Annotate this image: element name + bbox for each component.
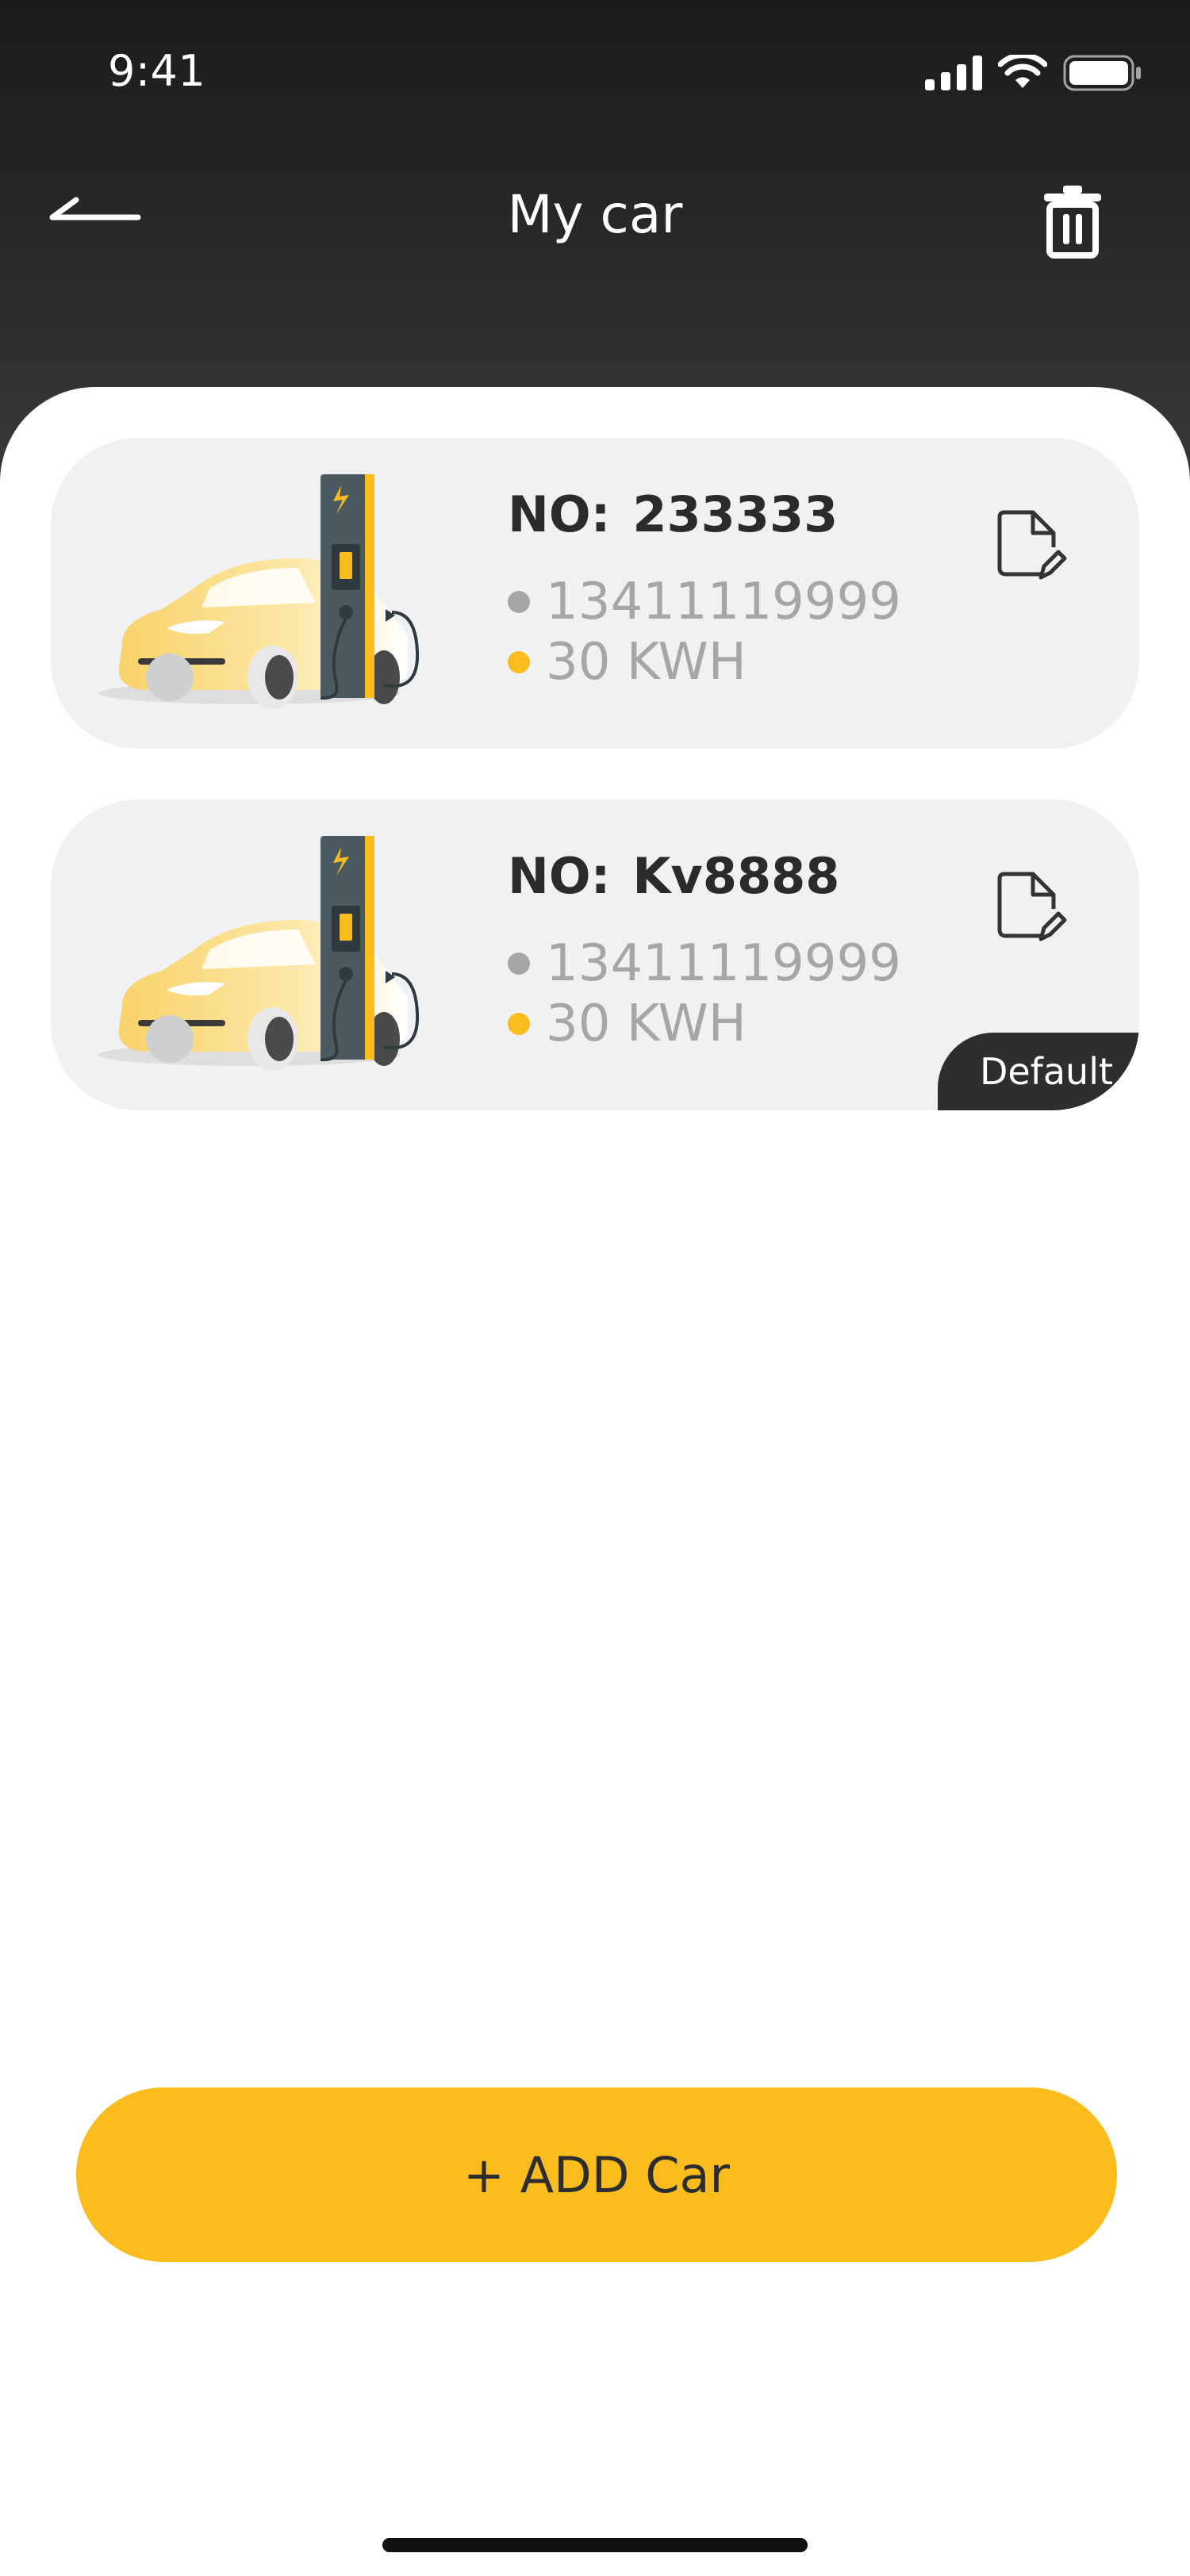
plate-value: Kv8888 [632, 847, 840, 905]
status-time: 9:41 [108, 46, 206, 96]
status-icons [925, 49, 1142, 97]
add-car-button[interactable]: + ADD Car [76, 2087, 1117, 2262]
gray-dot-icon [508, 953, 530, 975]
yellow-dot-icon [508, 1013, 530, 1035]
page-title: My car [507, 184, 683, 245]
yellow-dot-icon [508, 651, 530, 673]
edit-button[interactable] [988, 868, 1068, 947]
gray-dot-icon [508, 591, 530, 613]
status-bar: 9:41 [0, 0, 1190, 143]
home-indicator [382, 2538, 808, 2552]
plate-number: NO: 233333 [508, 485, 838, 543]
plate-label: NO: [508, 485, 611, 543]
battery-capacity: 30 KWH [546, 995, 747, 1053]
wifi-icon [998, 55, 1047, 88]
cellular-signal-icon [925, 56, 982, 90]
phone-number: 13411119999 [546, 934, 901, 993]
car-card-1[interactable]: NO: 233333 13411119999 30 KWH [51, 438, 1139, 749]
edit-document-icon [997, 872, 1067, 941]
plate-label: NO: [508, 847, 611, 905]
battery-capacity: 30 KWH [546, 633, 747, 692]
edit-document-icon [997, 510, 1067, 580]
phone-line: 13411119999 [508, 573, 901, 631]
phone-line: 13411119999 [508, 934, 901, 993]
edit-button[interactable] [988, 506, 1068, 585]
battery-icon [1063, 55, 1141, 91]
capacity-line: 30 KWH [508, 995, 747, 1053]
default-badge: Default [938, 1033, 1139, 1110]
car-charging-illustration [98, 836, 420, 1071]
nav-bar: My car [0, 159, 1190, 270]
trash-icon [1044, 186, 1101, 259]
plate-number: NO: Kv8888 [508, 847, 839, 905]
capacity-line: 30 KWH [508, 633, 747, 692]
car-card-2[interactable]: NO: Kv8888 13411119999 30 KWH Default [51, 799, 1139, 1110]
delete-button[interactable] [1035, 182, 1111, 259]
plate-value: 233333 [632, 485, 839, 543]
car-charging-illustration [98, 474, 420, 709]
phone-number: 13411119999 [546, 573, 901, 631]
